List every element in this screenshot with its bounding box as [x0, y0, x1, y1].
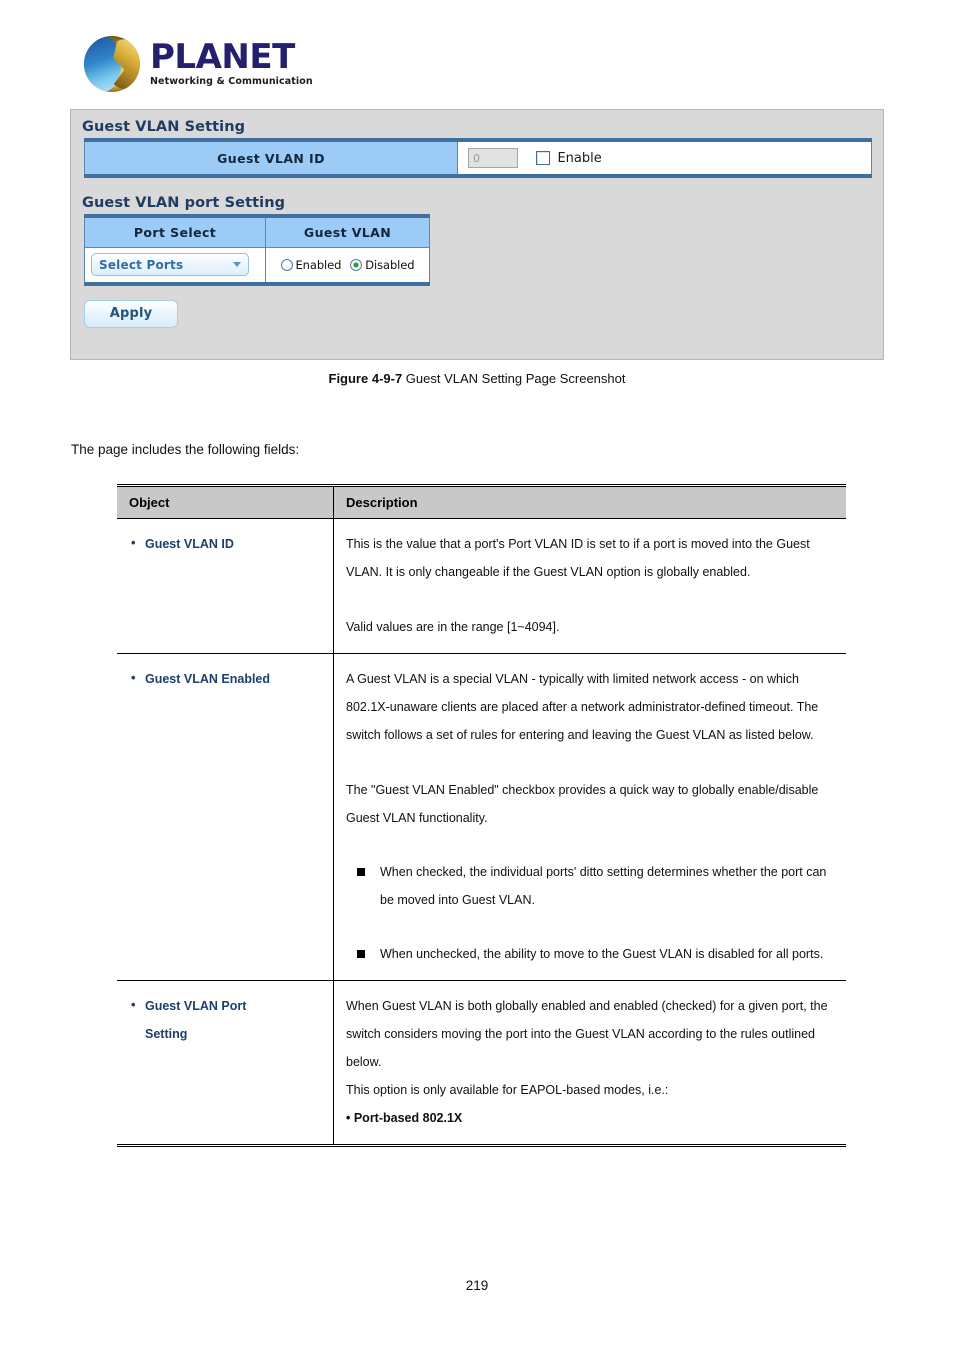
- radio-disabled-label: Disabled: [365, 257, 415, 272]
- guest-vlan-id-label: Guest VLAN ID: [84, 140, 458, 176]
- radio-enabled-label: Enabled: [295, 257, 342, 272]
- chevron-down-icon[interactable]: [233, 262, 241, 267]
- radio-selected-icon[interactable]: [350, 258, 363, 271]
- table-row: Select Ports Enabled Disabled: [84, 247, 430, 284]
- guest-vlan-enable-checkbox-wrap[interactable]: Enable: [536, 150, 602, 166]
- guest-vlan-header: Guest VLAN: [265, 216, 430, 248]
- table-header-row: Object Description: [117, 485, 846, 519]
- description-paragraph: This is the value that a port's Port VLA…: [346, 537, 810, 579]
- select-ports-dropdown[interactable]: Select Ports: [91, 253, 249, 276]
- description-cell: This is the value that a port's Port VLA…: [333, 518, 846, 654]
- radio-disabled[interactable]: Disabled: [350, 257, 415, 272]
- table-row: Guest VLAN ID 0 Enable: [84, 140, 872, 176]
- guest-vlan-screenshot-panel: Guest VLAN Setting Guest VLAN ID 0 Enabl…: [70, 109, 884, 360]
- radio-enabled[interactable]: Enabled: [280, 257, 342, 272]
- figure-caption: Figure 4-9-7 Guest VLAN Setting Page Scr…: [0, 371, 954, 386]
- object-description-table: Object Description Guest VLAN ID This is…: [117, 484, 846, 1147]
- apply-button[interactable]: Apply: [84, 300, 178, 328]
- table-row: Guest VLAN ID This is the value that a p…: [117, 518, 846, 654]
- guest-vlan-setting-heading: Guest VLAN Setting: [82, 119, 246, 135]
- description-paragraph: The "Guest VLAN Enabled" checkbox provid…: [346, 783, 819, 825]
- globe-icon: [84, 36, 140, 92]
- object-label-continued: Setting: [145, 1027, 188, 1041]
- description-column-header: Description: [333, 485, 846, 519]
- object-cell: Guest VLAN Port Setting: [117, 980, 334, 1146]
- description-cell: When Guest VLAN is both globally enabled…: [334, 981, 847, 1146]
- table-body: Guest VLAN ID This is the value that a p…: [117, 518, 847, 1146]
- guest-vlan-port-setting-table: Port Select Guest VLAN Select Ports Enab…: [84, 214, 430, 286]
- description-cell: A Guest VLAN is a special VLAN - typical…: [333, 653, 846, 981]
- object-cell: Guest VLAN ID: [117, 518, 334, 654]
- guest-vlan-radio-cell: Enabled Disabled: [265, 247, 430, 284]
- logo-tagline: Networking & Communication: [150, 76, 313, 87]
- object-column-header: Object: [117, 485, 334, 519]
- guest-vlan-enable-label: Enable: [557, 150, 602, 166]
- port-select-cell: Select Ports: [84, 247, 266, 284]
- list-item: When checked, the individual ports' ditt…: [346, 858, 838, 914]
- description-paragraph: Valid values are in the range [1~4094].: [346, 620, 560, 634]
- checkbox-icon[interactable]: [536, 151, 551, 165]
- description-paragraph: A Guest VLAN is a special VLAN - typical…: [346, 672, 819, 742]
- description-paragraph: This option is only available for EAPOL-…: [346, 1083, 669, 1097]
- guest-vlan-radio-group: Enabled Disabled: [270, 258, 425, 272]
- guest-vlan-id-input[interactable]: 0: [468, 148, 518, 168]
- object-label: Guest VLAN Port: [129, 991, 325, 1020]
- planet-logo: PLANET Networking & Communication: [84, 36, 313, 92]
- guest-vlan-id-table: Guest VLAN ID 0 Enable: [84, 138, 872, 178]
- lead-paragraph: The page includes the following fields:: [71, 442, 300, 457]
- table-row: Guest VLAN Port Setting When Guest VLAN …: [117, 980, 847, 1146]
- list-item: When unchecked, the ability to move to t…: [346, 940, 838, 968]
- guest-vlan-id-value-cell: 0 Enable: [457, 140, 872, 176]
- radio-icon[interactable]: [280, 258, 293, 271]
- port-select-header: Port Select: [84, 216, 266, 248]
- description-paragraph: When Guest VLAN is both globally enabled…: [346, 999, 828, 1069]
- figure-number: Figure 4-9-7: [328, 371, 403, 386]
- object-cell: Guest VLAN Enabled: [117, 653, 334, 981]
- table-row: Guest VLAN Enabled A Guest VLAN is a spe…: [117, 653, 846, 981]
- table-header-row: Port Select Guest VLAN: [84, 216, 430, 248]
- select-ports-value: Select Ports: [99, 257, 184, 272]
- description-bold-line: • Port-based 802.1X: [346, 1111, 463, 1125]
- object-label: Guest VLAN Enabled: [129, 664, 325, 693]
- logo-brand: PLANET: [150, 37, 295, 77]
- logo-wordmark: PLANET Networking & Communication: [150, 36, 313, 87]
- figure-caption-text: Guest VLAN Setting Page Screenshot: [402, 371, 626, 386]
- guest-vlan-port-setting-heading: Guest VLAN port Setting: [82, 195, 286, 211]
- page-number: 219: [465, 1278, 489, 1293]
- object-label: Guest VLAN ID: [129, 529, 325, 558]
- description-bullet-list: When checked, the individual ports' ditt…: [346, 858, 838, 968]
